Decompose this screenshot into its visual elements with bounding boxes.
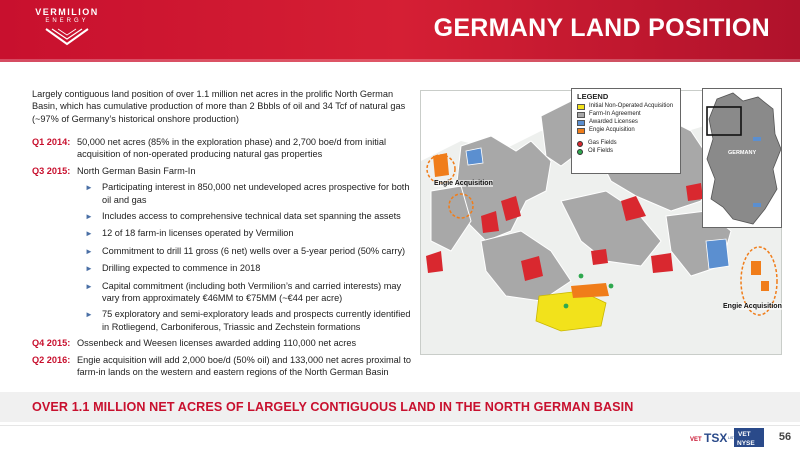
timeline-row-q2-2016: Q2 2016: Engie acquisition will add 2,00… (32, 354, 414, 379)
oil-field-icon (577, 149, 583, 155)
legend-label: Farm-In Agreement (589, 111, 641, 117)
timeline: Q1 2014: 50,000 net acres (85% in the ex… (32, 136, 414, 383)
vermilion-logo: VERMILION ENERGY (22, 7, 112, 55)
bullet-arrow-icon: ► (85, 246, 93, 256)
bullet-text: Drilling expected to commence in 2018 (102, 263, 261, 274)
swatch (577, 120, 585, 126)
row-text: 50,000 net acres (85% in the exploration… (77, 137, 387, 160)
ticker-tsx: TSX (704, 431, 727, 445)
row-label: Q3 2015: (32, 165, 71, 176)
bullet-item: ► 12 of 18 farm-in licenses operated by V… (85, 227, 414, 240)
bullet-text: Includes access to comprehensive technic… (102, 211, 401, 222)
logo-sub: ENERGY (45, 18, 89, 24)
legend-item: Awarded Licenses (577, 119, 675, 126)
germany-outline (706, 92, 781, 225)
bullet-text: Commitment to drill 11 gross (6 net) wel… (102, 245, 406, 256)
ticker-vet: VET (690, 437, 702, 443)
row-label: Q1 2014: (32, 137, 71, 147)
legend-label: Awarded Licenses (589, 119, 638, 125)
bullet-text: Participating interest in 850,000 net un… (102, 182, 410, 205)
engie-acquisition-east-label: Engie Acquisition (723, 303, 782, 310)
bullet-item: ► Drilling expected to commence in 2018 (85, 262, 414, 275)
legend-item: Engie Acquisition (577, 127, 675, 134)
bullet-text: 75 exploratory and semi-exploratory lead… (102, 309, 411, 332)
legend-item: Oil Fields (577, 148, 675, 155)
swatch (577, 104, 585, 110)
germany-inset-map (702, 88, 782, 228)
bullet-item: ► 75 exploratory and semi-exploratory lea… (85, 308, 414, 333)
timeline-row-q4-2015: Q4 2015: Ossenbeck and Weesen licenses a… (32, 337, 414, 349)
page-number: 56 (778, 431, 792, 443)
bullet-arrow-icon: ► (85, 229, 93, 239)
bullet-arrow-icon: ► (85, 310, 93, 320)
row-label: Q2 2016: (32, 354, 71, 365)
bullet-text: Capital commitment (including both Vermi… (102, 280, 402, 304)
legend-title: LEGEND (577, 92, 609, 101)
bullet-arrow-icon: ► (85, 264, 93, 274)
page-title: GERMANY LAND POSITION (433, 14, 770, 42)
swatch (577, 112, 585, 118)
logo-name: VERMILION (35, 7, 99, 17)
ticker-nyse: NYSE (737, 440, 755, 447)
swatch (577, 128, 585, 134)
legend-label: Engie Acquisition (589, 127, 635, 133)
row-text: Ossenbeck and Weesen licenses awarded ad… (77, 338, 357, 349)
bullet-item: ► Commitment to drill 11 gross (6 net) we… (85, 245, 414, 258)
legend-item: Initial Non-Operated Acquisition (577, 103, 675, 110)
bullet-arrow-icon: ► (85, 281, 93, 291)
bullet-text: 12 of 18 farm-in licenses operated by Ve… (102, 228, 294, 239)
engie-acquisition-west-label: Engie Acquisition (434, 180, 493, 187)
tagline: OVER 1.1 MILLION NET ACRES OF LARGELY CO… (32, 400, 634, 414)
gas-field-icon (577, 141, 583, 147)
row-text: Engie acquisition will add 2,000 boe/d (… (77, 354, 412, 378)
ticker-graphic: VET TSX VET NYSE LISTED (690, 428, 764, 447)
legend-label: Initial Non-Operated Acquisition (589, 103, 674, 109)
legend-item: Gas Fields (577, 140, 675, 147)
legend-label: Gas Fields (588, 140, 617, 146)
row-text: North German Basin Farm-In (77, 165, 196, 176)
exchange-ticker: VET TSX VET NYSE LISTED (690, 425, 770, 449)
row-label: Q4 2015: (32, 338, 71, 349)
timeline-row-q3-2015: Q3 2015: North German Basin Farm-In (32, 165, 414, 177)
logo-mark-icon (45, 28, 89, 46)
bullet-item: ► Includes access to comprehensive techni… (85, 210, 414, 223)
header-banner: VERMILION ENERGY GERMANY LAND POSITION (0, 0, 800, 62)
timeline-row-q1-2014: Q1 2014: 50,000 net acres (85% in the ex… (32, 136, 414, 161)
intro-paragraph: Largely contiguous land position of over… (32, 89, 406, 124)
legend-item: Farm-In Agreement (577, 111, 675, 118)
bullet-arrow-icon: ► (85, 183, 93, 193)
bullet-item: ► Participating interest in 850,000 net u… (85, 181, 414, 206)
map-legend: LEGEND Initial Non-Operated Acquisition … (571, 88, 681, 174)
legend-label: Oil Fields (588, 148, 614, 154)
inset-country-label: GERMANY (728, 150, 757, 156)
farm-in-bullets: ► Participating interest in 850,000 net u… (85, 181, 414, 333)
bullet-item: ► Capital commitment (including both Verm… (85, 280, 414, 305)
footer (0, 425, 800, 450)
ticker-listed: LISTED (728, 436, 741, 440)
bullet-arrow-icon: ► (85, 212, 93, 222)
